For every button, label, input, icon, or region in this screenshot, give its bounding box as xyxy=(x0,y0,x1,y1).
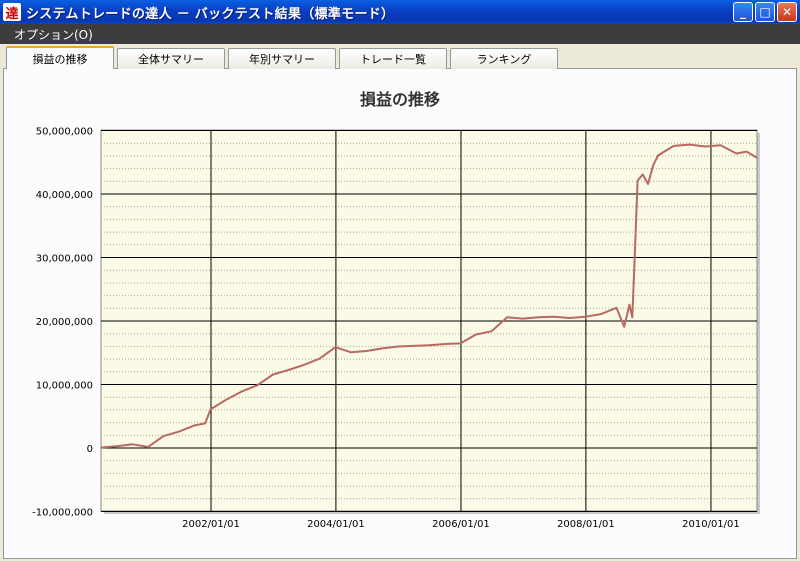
y-tick-label: 10,000,000 xyxy=(36,381,93,392)
y-tick-label: 40,000,000 xyxy=(36,190,93,201)
y-tick-label: 20,000,000 xyxy=(36,317,93,328)
y-tick-label: 30,000,000 xyxy=(36,254,93,265)
y-tick-label: -10,000,000 xyxy=(32,508,93,519)
x-tick-label: 2008/01/01 xyxy=(557,519,615,530)
profit-chart: 50,000,000 40,000,000 30,000,000 20,000,000… xyxy=(32,127,760,530)
x-tick-label: 2002/01/01 xyxy=(182,519,240,530)
x-tick-label: 2006/01/01 xyxy=(432,519,490,530)
y-tick-label: 50,000,000 xyxy=(36,127,93,138)
tab-profit-trend[interactable]: 損益の推移 xyxy=(6,46,114,69)
x-tick-label: 2010/01/01 xyxy=(682,519,740,530)
y-tick-label: 0 xyxy=(87,444,93,455)
x-tick-label: 2004/01/01 xyxy=(307,519,365,530)
